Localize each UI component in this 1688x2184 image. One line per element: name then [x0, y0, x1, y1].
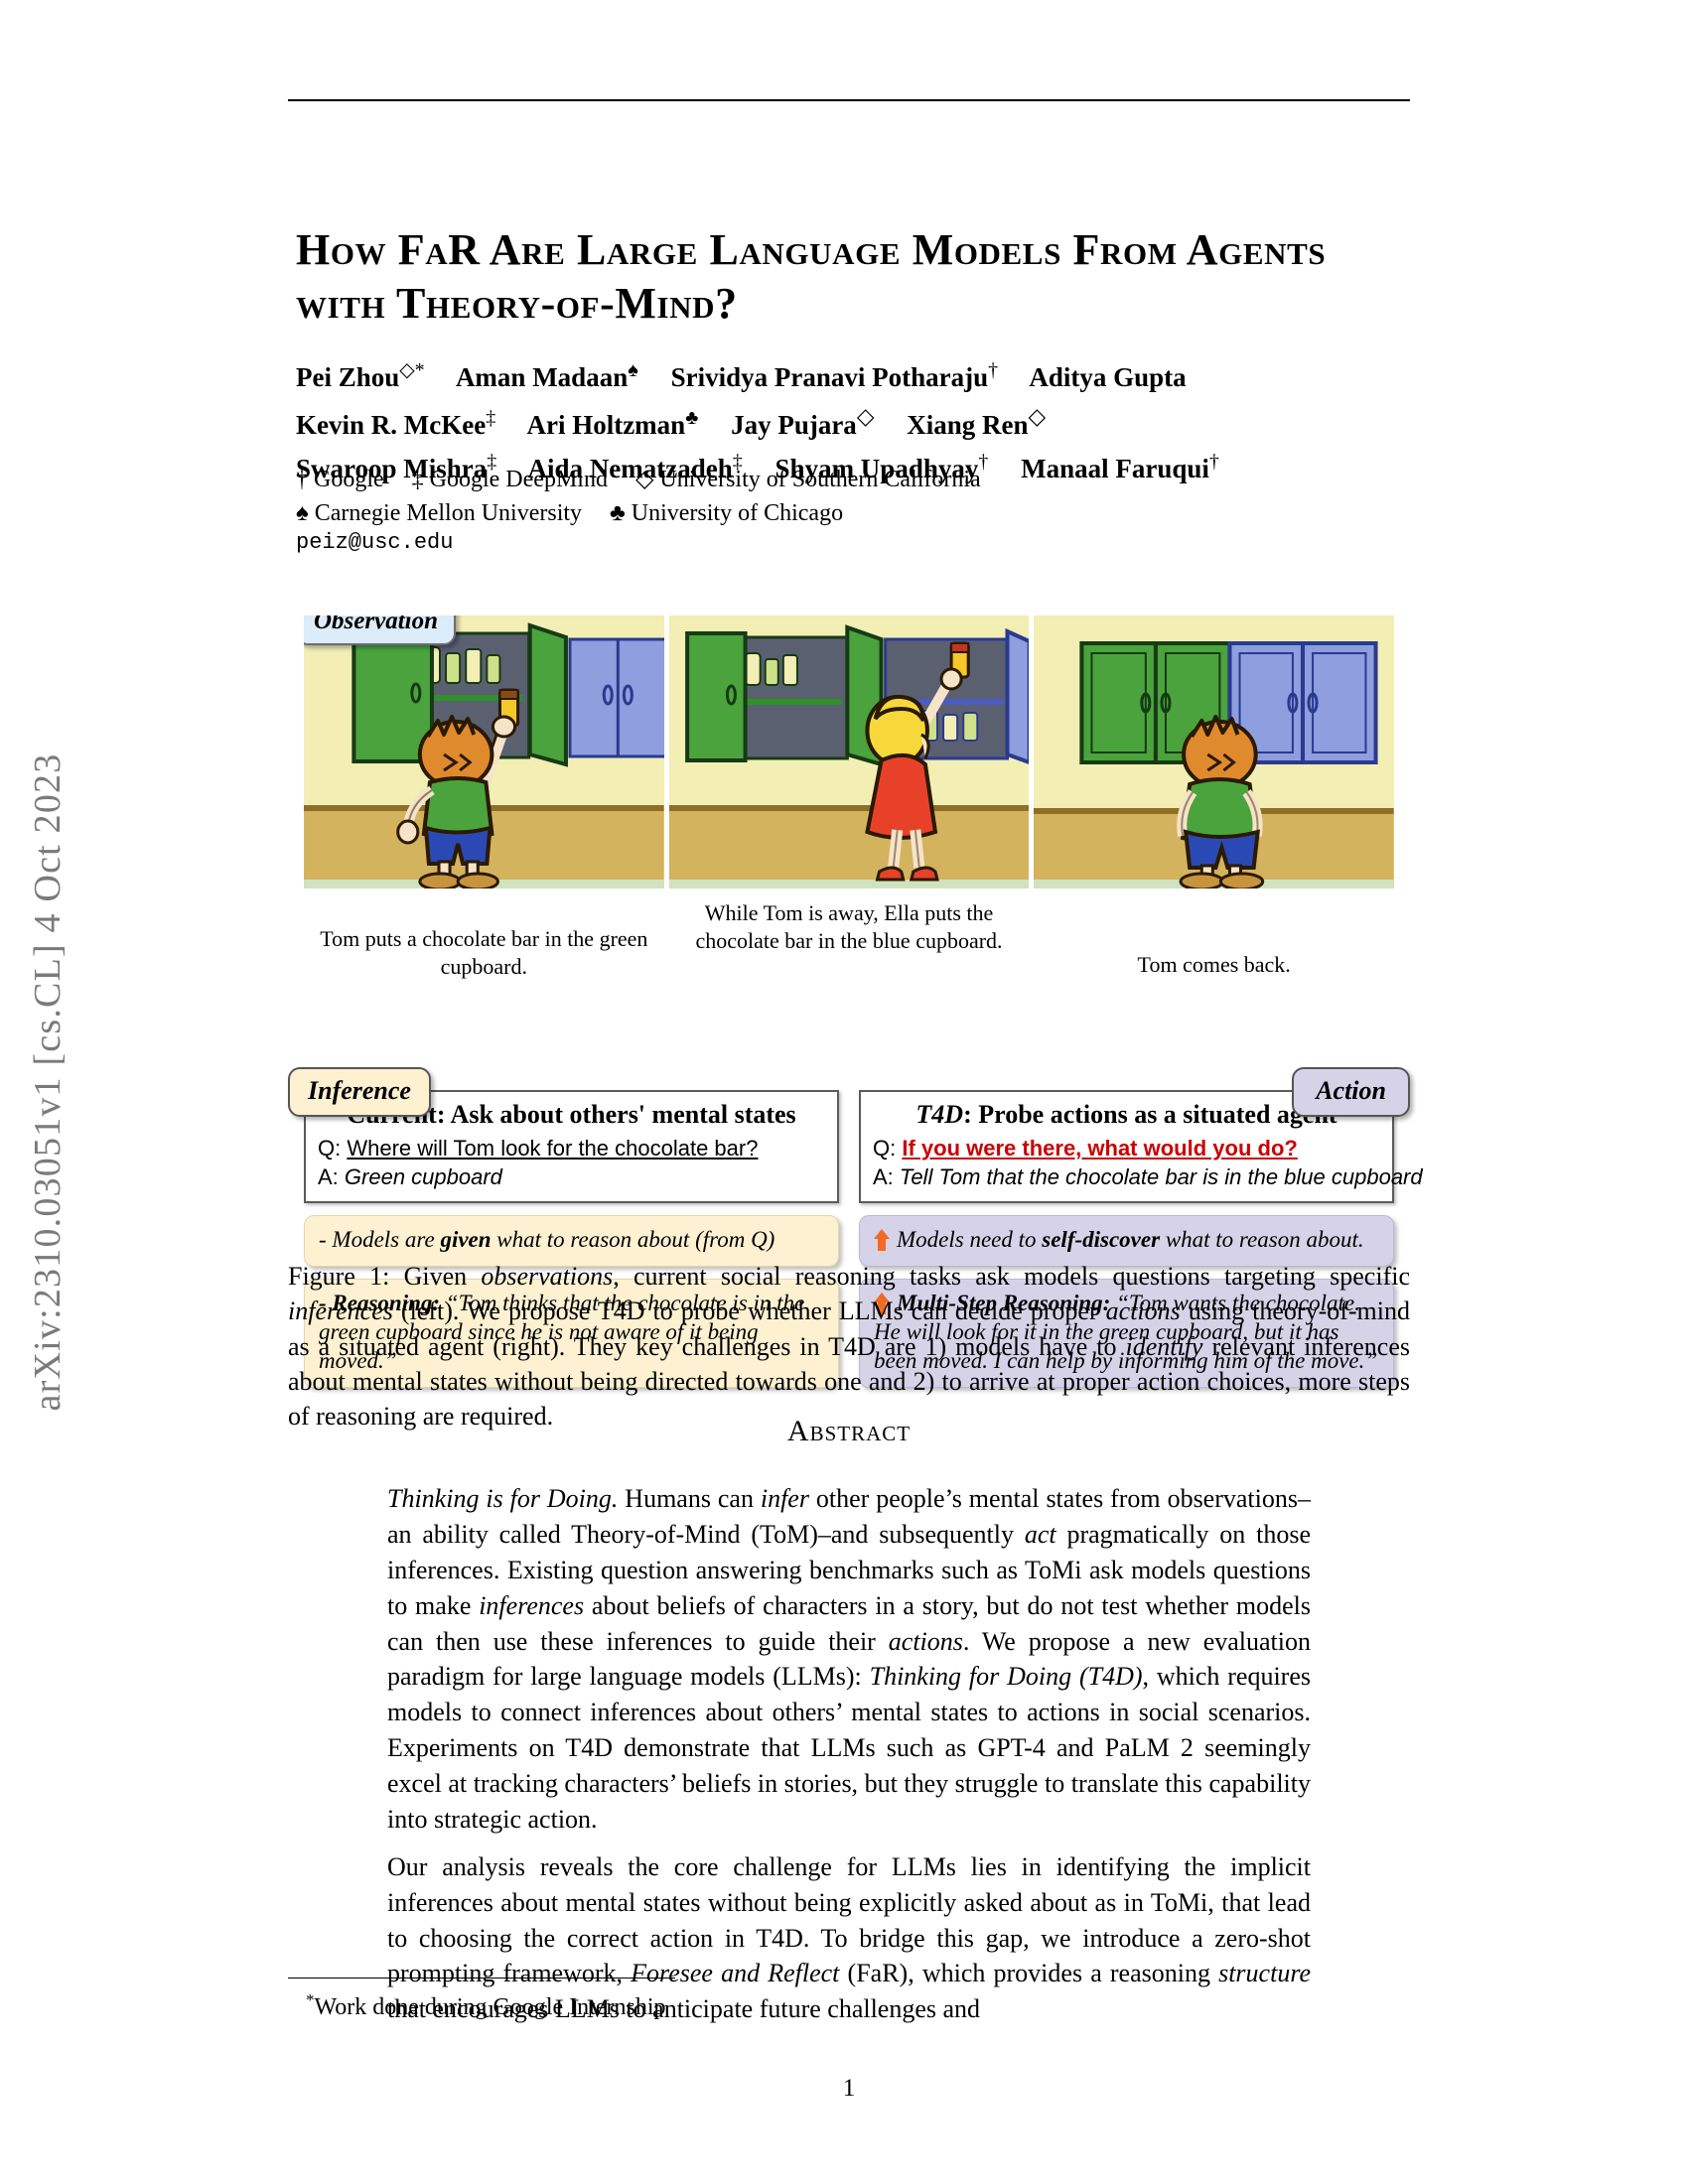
footnote-rule: [288, 1978, 675, 1979]
affiliation-name: Google: [314, 467, 384, 492]
panel-caption-3: Tom comes back.: [1137, 952, 1291, 977]
author-marks: ♣: [685, 406, 699, 429]
arxiv-stamp: arXiv:2310.03051v1 [cs.CL] 4 Oct 2023: [27, 752, 69, 1412]
author-marks: †: [988, 359, 999, 381]
author-name: Jay Pujara: [731, 409, 857, 440]
t4d-question-line: Q: If you were there, what would you do?: [873, 1134, 1380, 1162]
note-discover-suffix: what to reason about.: [1160, 1227, 1364, 1253]
comic-panels: Observation: [304, 615, 1395, 888]
text-run: Given: [403, 1262, 482, 1291]
q-prefix: Q:: [873, 1136, 903, 1160]
affiliation-symbol: ◇: [634, 467, 654, 492]
note-given-suffix: what to reason about (from Q): [491, 1227, 775, 1253]
figure-caption-label: Figure 1:: [288, 1262, 404, 1291]
author-name: Ari Holtzman: [526, 409, 686, 440]
affiliation-symbol: ♠: [296, 500, 309, 527]
note-discover-prefix: Models need to: [897, 1227, 1043, 1253]
author-name: Xiang Ren: [907, 409, 1029, 440]
a-prefix: A:: [873, 1164, 900, 1190]
author-name: Pei Zhou: [296, 362, 400, 392]
panel-caption-2: While Tom is away, Ella puts the chocola…: [695, 900, 1003, 953]
badge-observation: Observation: [304, 615, 456, 645]
comic-panel-1: Observation: [304, 615, 664, 888]
panel-caption-1: Tom puts a chocolate bar in the green cu…: [320, 926, 648, 979]
a-prefix: A:: [318, 1164, 345, 1190]
footnote-text: Work done during Google Internship: [314, 1994, 666, 2020]
emphasis-run: Foresee and Reflect: [631, 1959, 840, 1988]
current-question-text: Where will Tom look for the chocolate ba…: [347, 1136, 759, 1160]
affiliation-line-2: ♠ Carnegie Mellon University ♣ Universit…: [296, 496, 1408, 530]
affiliation-name: Google DeepMind: [429, 467, 608, 492]
abstract-heading: Abstract: [786, 1415, 912, 1447]
affiliation-symbol: †: [296, 467, 308, 492]
author-row-2: Kevin R. McKee‡ Ari Holtzman♣ Jay Pujara…: [296, 399, 1408, 447]
emphasis-run: observations: [481, 1262, 614, 1291]
emphasis-run: structure: [1218, 1959, 1312, 1988]
comic-panel-3: [1034, 615, 1395, 888]
text-run: , current social reasoning tasks ask mod…: [613, 1262, 1410, 1291]
emphasis-run: actions: [1105, 1297, 1181, 1326]
note-discover-bold: self-discover: [1042, 1227, 1161, 1253]
current-answer-line: A: Green cupboard: [318, 1162, 825, 1191]
emphasis-run: act: [1024, 1519, 1056, 1549]
text-run: (FaR), which provides a reasoning: [839, 1959, 1219, 1988]
page-title: How FaR Are Large Language Models From A…: [296, 225, 1327, 329]
author-marks: ◇: [1028, 403, 1047, 429]
footnote: *Work done during Google Internship: [306, 1990, 666, 2021]
q-prefix: Q:: [318, 1136, 348, 1160]
affiliation-list: † Google ‡ Google DeepMind ◇ University …: [296, 463, 1408, 530]
author-row-1: Pei Zhou◇* Aman Madaan♠ Srividya Pranavi…: [296, 355, 1408, 399]
paper-page: How FaR Are Large Language Models From A…: [288, 0, 1423, 2184]
abstract-paragraph-1: Thinking is for Doing. Humans can infer …: [387, 1481, 1311, 1838]
arrow-up-icon: [874, 1229, 890, 1252]
page-number: 1: [842, 2075, 856, 2102]
affiliation-symbol: ‡: [411, 467, 424, 492]
top-rule: [288, 99, 1410, 101]
comic-panel-2: [668, 615, 1030, 888]
figure-caption: Figure 1: Given observations, current so…: [288, 1259, 1410, 1434]
affiliation-name: Carnegie Mellon University: [314, 500, 583, 527]
note-given-prefix: - Models are: [319, 1227, 441, 1253]
badge-action: Action: [1292, 1067, 1410, 1117]
emphasis-run: Thinking is for Doing.: [387, 1484, 619, 1513]
affiliation-name: University of Southern California: [659, 467, 981, 492]
author-name: Srividya Pranavi Potharaju: [670, 362, 989, 392]
badge-inference: Inference: [288, 1067, 431, 1117]
abstract-body: Thinking is for Doing. Humans can infer …: [387, 1481, 1311, 2039]
author-marks: ♠: [628, 359, 638, 381]
figure-caption-body: Given observations, current social reaso…: [288, 1262, 1410, 1431]
current-answer-text: Green cupboard: [344, 1164, 502, 1190]
t4d-label: T4D: [915, 1100, 964, 1129]
footnote-marker: *: [306, 1990, 315, 2009]
author-marks: ◇*: [399, 359, 425, 381]
text-run: Humans can: [618, 1484, 761, 1513]
affiliation-line-1: † Google ‡ Google DeepMind ◇ University …: [296, 463, 1408, 496]
panel-captions: Tom puts a chocolate bar in the green cu…: [304, 895, 1394, 980]
author-name: Kevin R. McKee: [296, 409, 487, 440]
panel-3-art: [1034, 615, 1395, 888]
author-name: Aman Madaan: [455, 362, 629, 392]
emphasis-run: actions: [888, 1626, 963, 1656]
t4d-answer-line: A: Tell Tom that the chocolate bar is in…: [873, 1162, 1423, 1191]
author-name: Aditya Gupta: [1029, 362, 1187, 392]
affiliation-name: University of Chicago: [631, 500, 844, 527]
emphasis-run: inferences: [479, 1590, 585, 1620]
t4d-title-rest: : Probe actions as a situated agent: [963, 1100, 1337, 1129]
note-given-bold: given: [440, 1227, 492, 1253]
panel-1-art: [304, 615, 664, 888]
author-marks: ‡: [486, 406, 496, 429]
emphasis-run: identify: [1125, 1331, 1203, 1361]
current-question-line: Q: Where will Tom look for the chocolate…: [318, 1134, 825, 1162]
emphasis-run: inferences: [288, 1297, 393, 1326]
t4d-question-text: If you were there, what would you do?: [902, 1136, 1298, 1160]
emphasis-run: Thinking for Doing (T4D): [869, 1662, 1143, 1692]
text-run: (left). We propose T4D to probe whether …: [392, 1297, 1106, 1326]
author-marks: ◇: [856, 403, 875, 429]
panel-2-art: [668, 615, 1030, 888]
t4d-answer-text: Tell Tom that the chocolate bar is in th…: [899, 1164, 1423, 1190]
affiliation-symbol: ♣: [610, 500, 626, 527]
contact-email: peiz@usc.edu: [296, 530, 454, 555]
emphasis-run: infer: [760, 1484, 809, 1513]
